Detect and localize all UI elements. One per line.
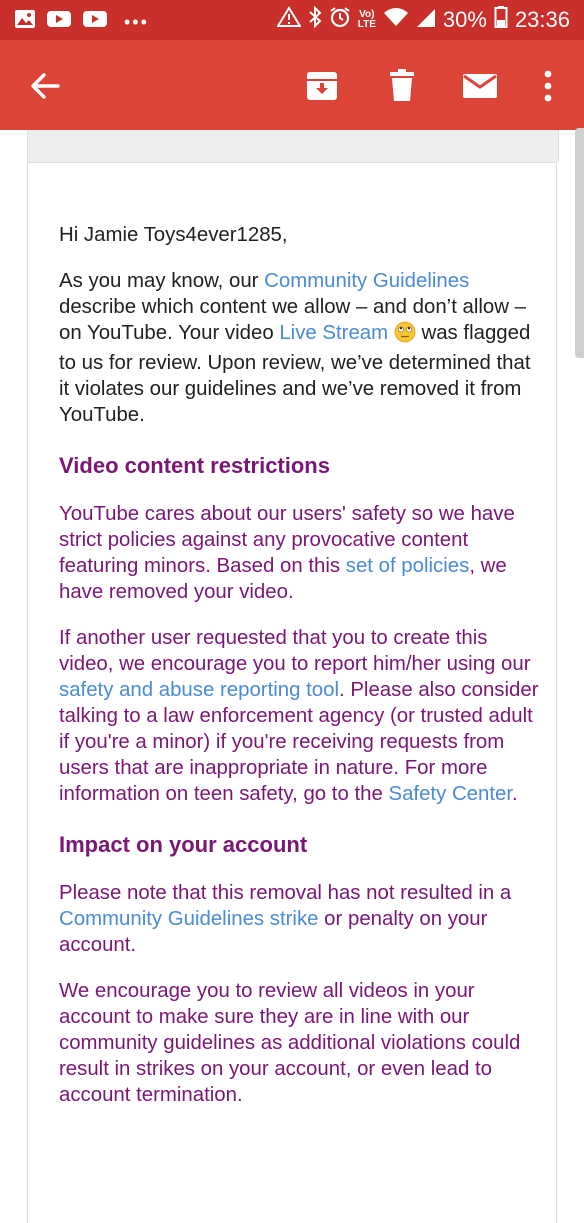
mark-unread-button[interactable] [460, 66, 500, 106]
notification-icons: ••• [14, 9, 149, 34]
reporting-paragraph: If another user requested that you to cr… [59, 625, 539, 807]
live-stream-video-link[interactable]: Live Stream [279, 322, 388, 344]
archive-button[interactable] [302, 66, 342, 106]
safety-center-link[interactable]: Safety Center [388, 783, 512, 805]
scrollbar-thumb[interactable] [575, 128, 584, 358]
alarm-icon [329, 6, 351, 33]
eye-roll-emoji-icon [394, 321, 416, 350]
bluetooth-icon [308, 5, 322, 33]
mail-toolbar [0, 40, 584, 130]
system-status-icons: Vo) LTE 30% 23:36 [275, 5, 570, 34]
overflow-menu-button[interactable] [528, 66, 568, 106]
volte-lte-icon: Vo) LTE [357, 8, 376, 30]
back-button[interactable] [26, 66, 66, 106]
strike-text-1: Please note that this removal has not re… [59, 882, 512, 904]
status-bar: ••• Vo) LTE 30% 23:36 [0, 0, 584, 40]
battery-percent: 30% [442, 6, 487, 32]
safety-abuse-reporting-tool-link[interactable]: safety and abuse reporting tool [59, 679, 339, 701]
impact-on-account-heading: Impact on your account [59, 832, 308, 857]
strike-notice-paragraph: Please note that this removal has not re… [59, 880, 539, 958]
overflow-menu-icon [528, 70, 568, 110]
community-guidelines-link[interactable]: Community Guidelines [264, 270, 469, 292]
clock-time: 23:36 [514, 6, 570, 32]
signal-icon [416, 6, 436, 33]
youtube-icon [82, 9, 108, 34]
email-greeting: Hi Jamie Toys4ever1285, [59, 224, 288, 246]
youtube-icon [46, 9, 72, 34]
more-notifications-icon: ••• [124, 11, 149, 32]
intro-text-1: As you may know, our [59, 270, 265, 292]
battery-icon [494, 5, 508, 34]
delete-button[interactable] [382, 66, 422, 106]
reporting-text-1: If another user requested that you to cr… [59, 627, 531, 675]
set-of-policies-link[interactable]: set of policies [346, 555, 470, 577]
warning-icon [275, 6, 302, 33]
email-header-strip [27, 130, 559, 162]
archive-icon [302, 72, 342, 110]
community-guidelines-strike-link[interactable]: Community Guidelines strike [59, 908, 319, 930]
video-content-restrictions-heading: Video content restrictions [59, 453, 330, 478]
email-content: Hi Jamie Toys4ever1285, As you may know,… [59, 222, 539, 1128]
review-videos-paragraph: We encourage you to review all videos in… [59, 980, 521, 1106]
gallery-icon [14, 9, 36, 34]
mark-unread-icon [460, 74, 500, 110]
wifi-icon [383, 6, 409, 33]
back-arrow-icon [26, 73, 66, 110]
delete-icon [382, 69, 422, 110]
reporting-text-3: . [512, 783, 518, 805]
restrictions-paragraph: YouTube cares about our users' safety so… [59, 501, 539, 605]
email-intro-paragraph: As you may know, our Community Guideline… [59, 268, 539, 428]
